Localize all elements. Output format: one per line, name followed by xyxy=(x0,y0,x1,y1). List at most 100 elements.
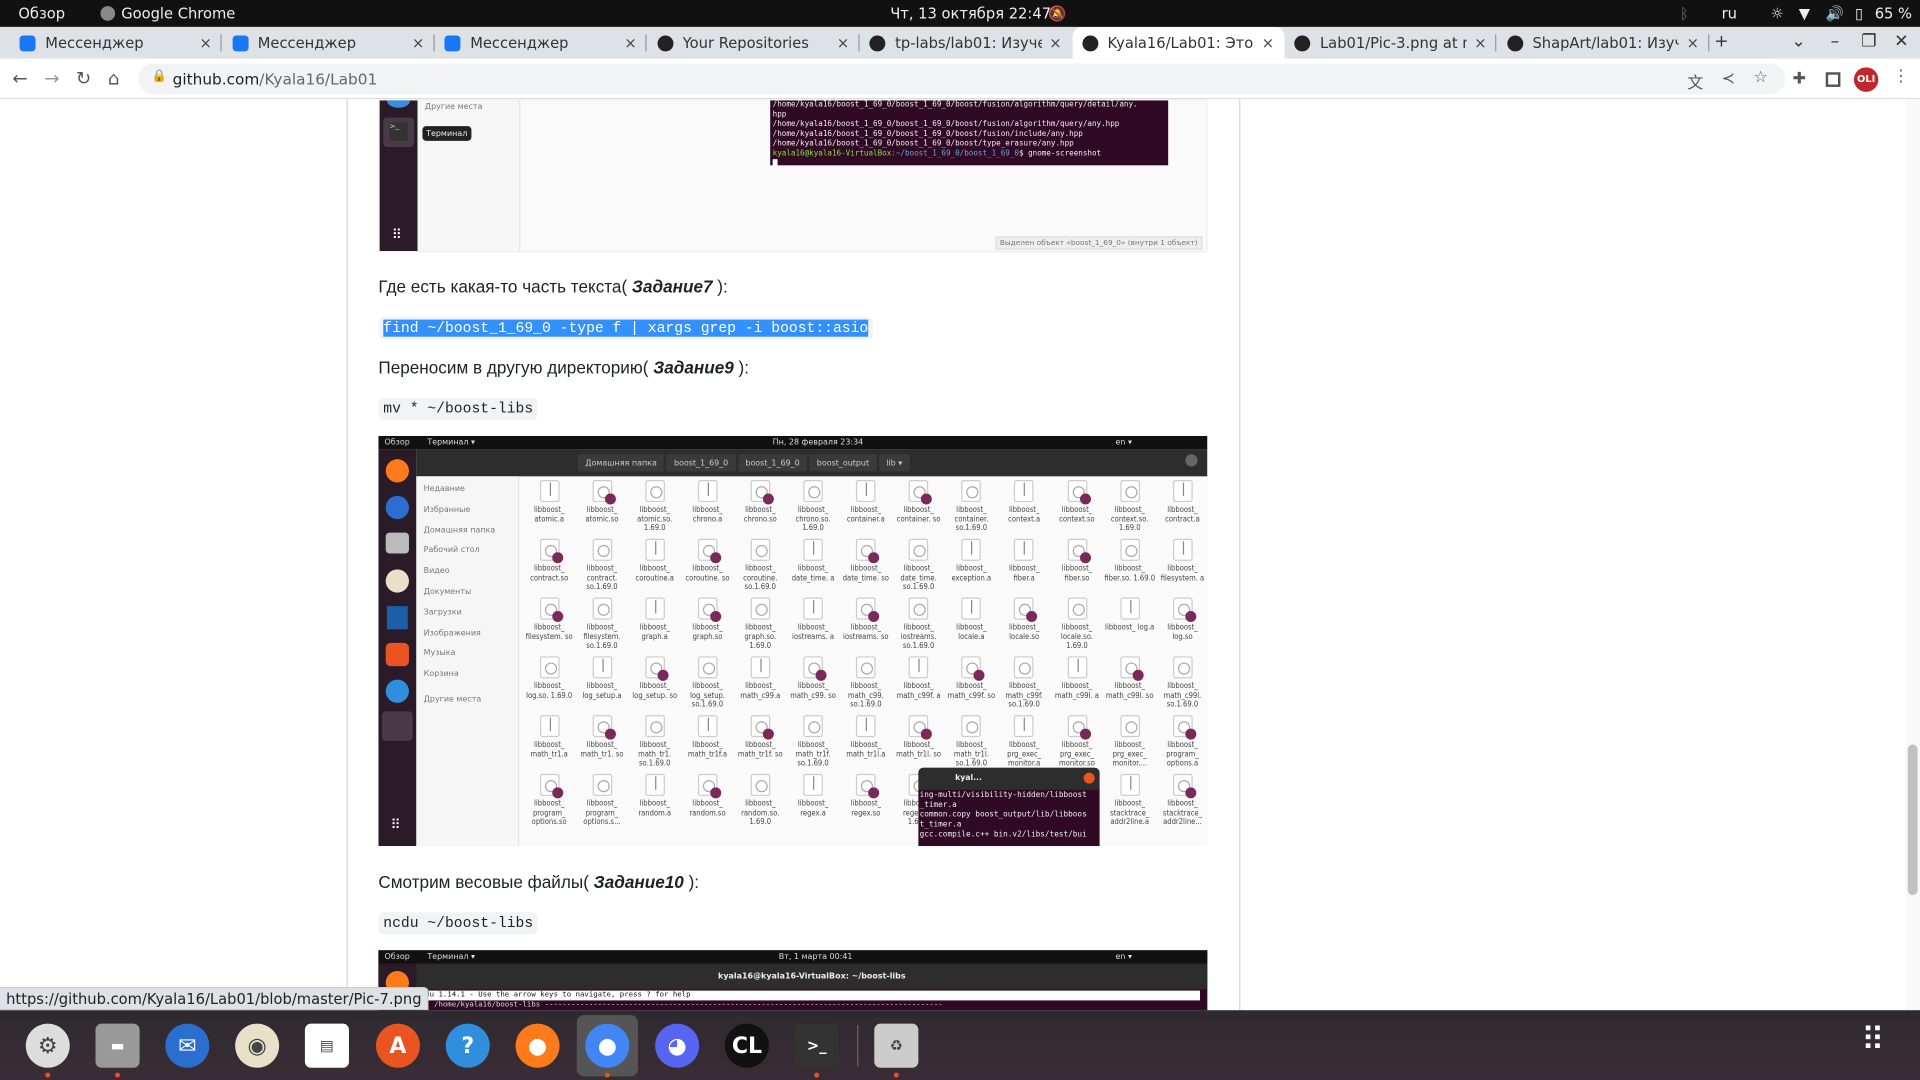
close-window-button[interactable]: ✕ xyxy=(1894,32,1908,52)
file-name: libboost_ chrono.so. 1.69.0 xyxy=(795,505,831,533)
files-icon[interactable]: ▬ xyxy=(95,1023,140,1068)
file-item: libboost_ random.so xyxy=(681,773,734,818)
help-icon[interactable]: ? xyxy=(445,1023,490,1068)
minimize-button[interactable]: – xyxy=(1831,32,1840,52)
file-name: libboost_ random.so xyxy=(689,799,726,818)
close-icon[interactable] xyxy=(1185,454,1198,467)
tab-close-icon[interactable]: × xyxy=(1687,34,1699,51)
profile-avatar[interactable]: OLI xyxy=(1853,67,1879,92)
tab[interactable]: Kyala16/Lab01: Это ла × xyxy=(1072,26,1284,59)
file-item: libboost_ fiber.a xyxy=(998,538,1051,583)
tab-close-icon[interactable]: × xyxy=(1049,34,1061,51)
tab-close-icon[interactable]: × xyxy=(412,34,424,51)
forward-button[interactable]: → xyxy=(44,67,59,89)
app-menu[interactable]: Google Chrome xyxy=(121,5,235,22)
tab[interactable]: ShapArt/lab01: Изуче × xyxy=(1497,27,1709,59)
symlink-badge-icon xyxy=(762,493,774,505)
file-name: libboost_ math_c99.a xyxy=(740,682,781,700)
software-icon[interactable]: A xyxy=(375,1023,420,1068)
tab[interactable]: Мессенджер × xyxy=(10,27,222,59)
tab[interactable]: Your Repositories × xyxy=(647,27,859,59)
clock[interactable]: Чт, 13 октября 22:47 xyxy=(890,5,1051,22)
file-name: libboost_ filesystem. a xyxy=(1160,564,1205,583)
file-item: libboost_ context.a xyxy=(998,480,1051,524)
tab[interactable]: Lab01/Pic-3.png at ma × xyxy=(1284,27,1497,59)
terminal-icon[interactable]: >_ xyxy=(794,1023,839,1068)
back-button[interactable]: ← xyxy=(12,67,27,89)
symlink-badge-icon xyxy=(551,611,563,623)
tab-close-icon[interactable]: × xyxy=(200,34,212,51)
archive-file-icon xyxy=(1119,773,1140,796)
dock-separator xyxy=(857,1024,859,1067)
screenshot-image-2[interactable]: Обзор Терминал ▾ Пн, 28 февраля 23:34 en… xyxy=(378,435,1208,847)
file-item: libboost_ chrono.so xyxy=(734,480,787,524)
terminal-line: gcc.compile.c++ bin.v2/libs/test/bui xyxy=(919,830,1087,839)
file-name: libboost_ math_c99. so xyxy=(790,682,836,700)
file-item: libboost_ math_tr1. so xyxy=(576,715,629,759)
archive-file-icon xyxy=(856,480,876,503)
archive-file-icon xyxy=(803,597,823,620)
library-file-icon xyxy=(1119,480,1140,503)
translate-icon[interactable]: ⽂ xyxy=(1687,70,1703,93)
tab-close-icon[interactable]: × xyxy=(1474,34,1486,51)
maximize-button[interactable]: ❐ xyxy=(1861,32,1876,52)
tab-close-icon[interactable]: × xyxy=(1262,34,1274,51)
screenshot-image-3[interactable]: Обзор Терминал ▾ Вт, 1 марта 00:41 en ▾ … xyxy=(378,950,1208,1011)
code-block: find ~/boost_1_69_0 -type f | xargs grep… xyxy=(378,317,874,340)
file-item: libboost_ contract. so.1.69.0 xyxy=(576,538,629,592)
library-file-icon xyxy=(592,773,612,796)
tab[interactable]: Мессенджер × xyxy=(435,27,647,59)
file-name: libboost_ chrono.so xyxy=(743,505,777,524)
library-file-icon xyxy=(803,480,823,503)
scrollbar-thumb[interactable] xyxy=(1907,744,1918,896)
firefox-icon[interactable]: ● xyxy=(515,1023,560,1068)
discord-icon[interactable]: ◕ xyxy=(655,1023,700,1068)
prompt-path: :~/boost_1_69_0/boost_1_69_0 xyxy=(891,149,1019,158)
language-indicator[interactable]: ru xyxy=(1722,5,1737,22)
writer-icon[interactable]: ▤ xyxy=(304,1023,349,1068)
tab-search-icon[interactable]: ⌄ xyxy=(1791,32,1805,52)
file-item: libboost_ math_c99f. a xyxy=(892,656,945,700)
rhythmbox-icon[interactable]: ◉ xyxy=(235,1023,280,1068)
file-name: libboost_ log.so. 1.69.0 xyxy=(526,682,573,700)
chrome-icon[interactable]: ● xyxy=(585,1023,630,1068)
library-file-icon xyxy=(750,715,774,740)
thunderbird-icon[interactable]: ✉ xyxy=(165,1023,210,1068)
screenshot-image-1[interactable]: >_ ⠿ Другие места Терминал /home/kyala16… xyxy=(378,99,1208,253)
symlink-badge-icon xyxy=(551,787,563,799)
settings-icon[interactable]: ⚙ xyxy=(25,1023,70,1068)
running-indicator xyxy=(893,1072,899,1078)
file-item: libboost_ filesystem. so.1.69.0 xyxy=(576,597,629,651)
home-button[interactable]: ⌂ xyxy=(108,67,120,89)
file-name: libboost_ stacktrace_ addr2line... xyxy=(1162,799,1203,827)
address-bar[interactable]: 🔒 github.com/Kyala16/Lab01 ⽂ ≺ ☆ xyxy=(138,63,1786,95)
file-name: libboost_ atomic.a xyxy=(533,505,565,524)
reload-button[interactable]: ↻ xyxy=(76,67,91,89)
library-file-icon xyxy=(961,715,982,738)
tab[interactable]: Мессенджер × xyxy=(222,27,435,59)
side-panel-icon[interactable] xyxy=(1825,72,1841,87)
file-name: libboost_ program_ options.s... xyxy=(583,799,621,827)
page-scrollbar[interactable] xyxy=(1905,99,1920,1011)
tab[interactable]: tp-labs/lab01: Изучен × xyxy=(860,27,1072,59)
file-name: libboost_ coroutine.a xyxy=(635,564,674,583)
bookmark-star-icon[interactable]: ☆ xyxy=(1753,69,1767,87)
library-file-icon xyxy=(750,480,774,505)
extensions-icon[interactable]: ✚ xyxy=(1793,70,1806,88)
archive-file-icon xyxy=(1014,715,1034,738)
file-name: libboost_ math_tr1l. so xyxy=(896,740,942,759)
tab-title: Your Repositories xyxy=(682,34,809,52)
menu-icon[interactable]: ⋮ xyxy=(1893,67,1909,85)
share-icon[interactable]: ≺ xyxy=(1722,70,1735,88)
new-tab-button[interactable]: + xyxy=(1714,32,1728,52)
activities-button[interactable]: Обзор xyxy=(18,5,65,22)
show-apps-grid-icon[interactable]: ⠿ xyxy=(1861,1022,1884,1059)
file-item: libboost_ math_tr1f. so xyxy=(734,715,787,759)
clion-icon[interactable]: CL xyxy=(724,1023,769,1068)
trash-icon[interactable]: ♻ xyxy=(874,1023,919,1068)
tab-close-icon[interactable]: × xyxy=(624,34,636,51)
file-name: libboost_ random.so. 1.69.0 xyxy=(741,799,780,827)
symlink-badge-icon xyxy=(657,669,669,681)
tab-close-icon[interactable]: × xyxy=(837,34,849,51)
file-name: libboost_ random.a xyxy=(638,799,672,818)
